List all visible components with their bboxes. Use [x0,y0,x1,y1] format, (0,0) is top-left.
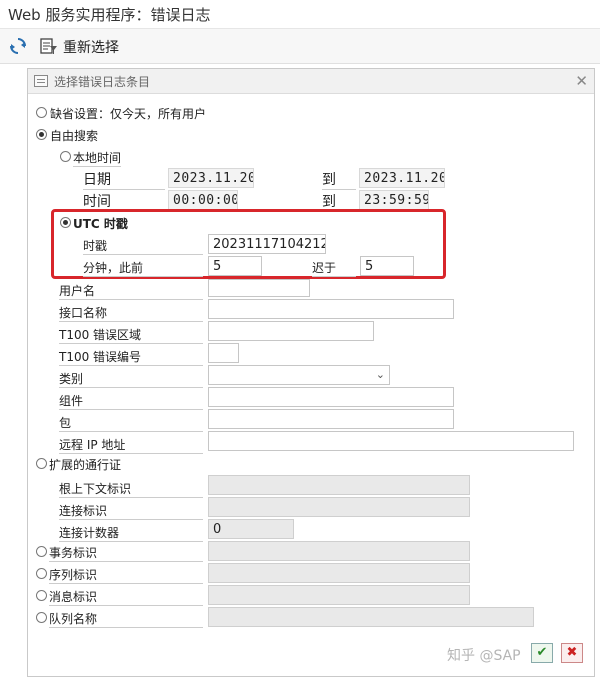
window-title: Web 服务实用程序：错误日志 [8,6,211,24]
confirm-button[interactable]: ✔ [531,643,553,663]
t100-area-field[interactable] [208,321,374,341]
minutes-before-label: 分钟，此前 [83,259,203,277]
transaction-id-radio[interactable] [36,546,47,557]
utc-timestamp-radio[interactable] [60,217,71,228]
reselect-button[interactable]: 重新选择 [63,37,119,57]
interface-name-field[interactable] [208,299,454,319]
dialog-title: 选择错误日志条目 [54,75,151,89]
default-setting-radio[interactable] [36,107,47,118]
package-label: 包 [59,414,203,432]
t100-area-label: T100 错误区域 [59,326,203,344]
timestamp-label: 时戳 [83,237,203,255]
toolbar: 重新选择 [0,29,600,64]
reselect-icon[interactable] [40,37,58,55]
message-id-label: 消息标识 [49,588,203,606]
watermark-text: 知乎 @SAP [447,648,521,664]
later-than-field[interactable]: 5 [360,256,414,276]
sequence-id-radio[interactable] [36,568,47,579]
remote-ip-field[interactable] [208,431,574,451]
root-context-field[interactable] [208,475,470,495]
later-than-label: 迟于 [312,259,356,277]
timestamp-field[interactable]: 20231117104212 [208,234,326,254]
package-field[interactable] [208,409,454,429]
dialog-window-icon [34,75,48,87]
time-to-field[interactable]: 23:59:59 [359,190,429,210]
t100-number-field[interactable] [208,343,239,363]
free-search-label: 自由搜索 [50,129,99,143]
extended-passport-radio[interactable] [36,458,47,469]
local-time-radio[interactable] [60,151,71,162]
queue-name-label: 队列名称 [49,610,203,628]
queue-name-radio[interactable] [36,612,47,623]
component-label: 组件 [59,392,203,410]
component-field[interactable] [208,387,454,407]
date-to-field[interactable]: 2023.11.20 [359,168,445,188]
chevron-down-icon: ⌄ [375,368,385,381]
category-dropdown[interactable]: ⌄ [208,365,390,385]
queue-name-field[interactable] [208,607,534,627]
user-name-label: 用户名 [59,282,203,300]
root-context-label: 根上下文标识 [59,480,203,498]
close-icon[interactable]: ✕ [575,72,588,90]
time-from-field[interactable]: 00:00:00 [168,190,238,210]
category-label: 类别 [59,370,203,388]
check-icon: ✔ [536,645,548,660]
connection-counter-field[interactable]: 0 [208,519,294,539]
utc-timestamp-label: UTC 时戳 [73,217,128,231]
date-label: 日期 [83,169,165,190]
refresh-icon[interactable] [9,37,27,55]
free-search-radio[interactable] [36,129,47,140]
sequence-id-label: 序列标识 [49,566,203,584]
default-setting-label: 缺省设置：仅今天，所有用户 [50,107,207,121]
user-name-field[interactable] [208,279,310,297]
local-time-label: 本地时间 [73,151,122,167]
remote-ip-label: 远程 IP 地址 [59,436,203,454]
message-id-field[interactable] [208,585,470,605]
window-titlebar: Web 服务实用程序：错误日志 [0,0,600,29]
cancel-button[interactable]: ✖ [561,643,583,663]
transaction-id-field[interactable] [208,541,470,561]
minutes-before-field[interactable]: 5 [208,256,262,276]
connection-id-field[interactable] [208,497,470,517]
sequence-id-field[interactable] [208,563,470,583]
dialog-header: 选择错误日志条目 ✕ [28,69,594,94]
extended-passport-label: 扩展的通行证 [49,458,122,472]
date-from-field[interactable]: 2023.11.20 [168,168,254,188]
connection-id-label: 连接标识 [59,502,203,520]
connection-counter-label: 连接计数器 [59,524,203,542]
cancel-icon: ✖ [566,645,578,660]
message-id-radio[interactable] [36,590,47,601]
interface-name-label: 接口名称 [59,304,203,322]
date-to-label: 到 [322,169,356,190]
t100-number-label: T100 错误编号 [59,348,203,366]
transaction-id-label: 事务标识 [49,544,203,562]
